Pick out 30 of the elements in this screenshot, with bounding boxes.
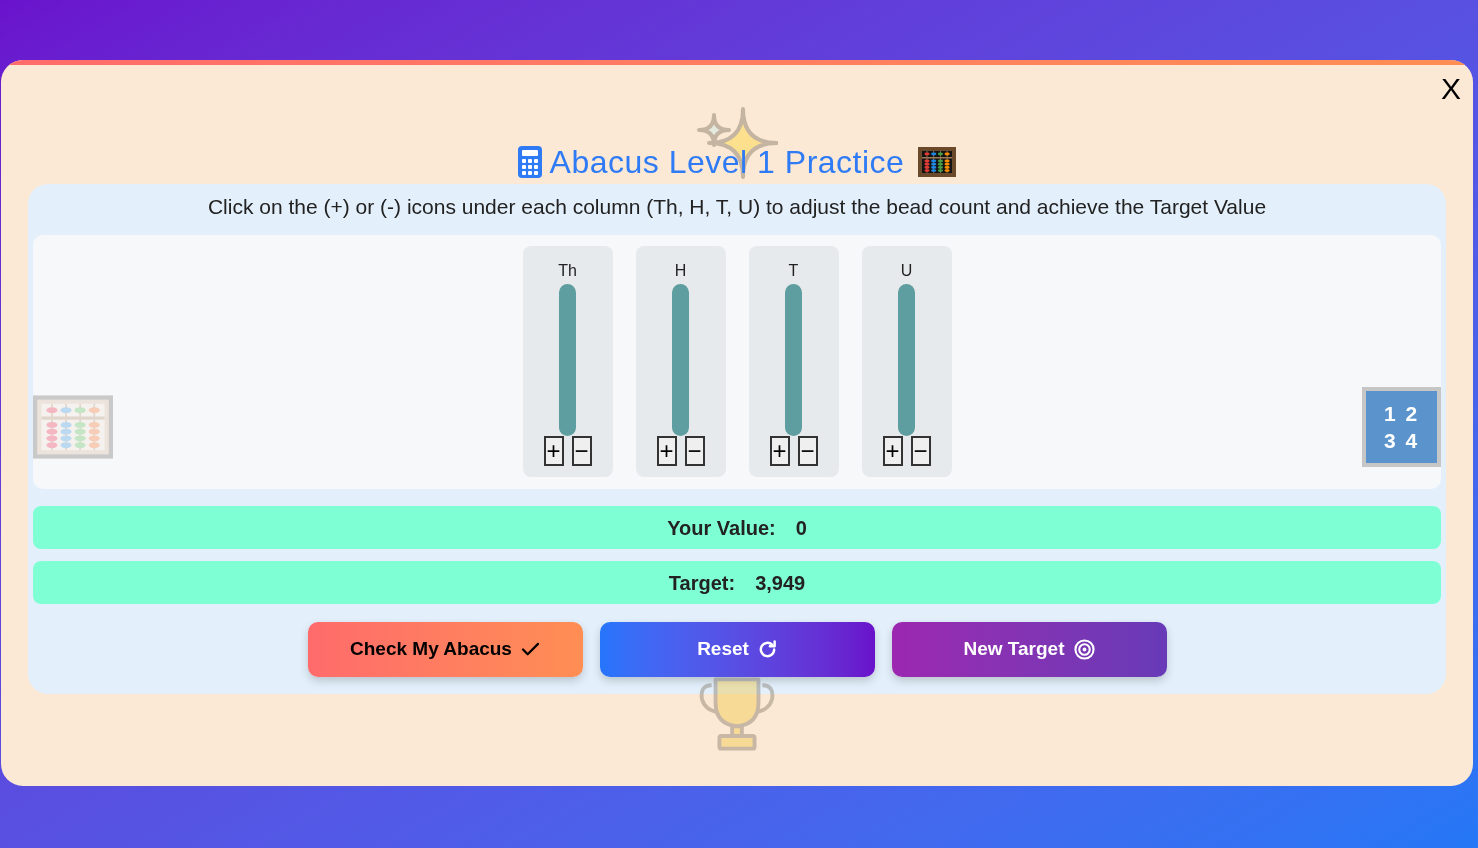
column-label: U xyxy=(900,261,913,281)
trophy-icon xyxy=(698,675,776,752)
column-label: Th xyxy=(558,261,577,281)
instructions-text: Click on the (+) or (-) icons under each column (Th, H, T, U) to adjust the bead count and achieve the Target Value xyxy=(206,194,1268,220)
readout-label: Target: xyxy=(668,570,736,596)
increment-button[interactable]: + xyxy=(656,436,677,466)
tile-digits: 1 2 xyxy=(1383,401,1420,427)
abacus-icon xyxy=(918,147,957,177)
calculator-icon xyxy=(517,146,542,178)
column-label: T xyxy=(788,261,799,281)
increment-button[interactable]: + xyxy=(882,436,903,466)
target-icon xyxy=(1073,639,1095,660)
check-button[interactable]: Check My Abacus xyxy=(307,622,583,677)
new-target-button[interactable]: New Target xyxy=(891,622,1167,677)
check-icon xyxy=(520,642,540,657)
readout-value: 3,949 xyxy=(755,570,806,596)
reset-button[interactable]: Reset xyxy=(599,622,875,677)
increment-button[interactable]: + xyxy=(543,436,564,466)
refresh-icon xyxy=(757,640,777,659)
decrement-button[interactable]: − xyxy=(797,436,818,466)
increment-button[interactable]: + xyxy=(769,436,790,466)
tile-digits: 3 4 xyxy=(1383,428,1420,454)
page-title: Abacus Level 1 Practice xyxy=(549,143,905,182)
decrement-button[interactable]: − xyxy=(684,436,705,466)
column-label: H xyxy=(674,261,687,281)
close-button[interactable]: X xyxy=(1439,74,1463,104)
decrement-button[interactable]: − xyxy=(571,436,592,466)
readout-value: 0 xyxy=(795,515,807,541)
decrement-button[interactable]: − xyxy=(910,436,931,466)
readout-label: Your Value: xyxy=(667,515,776,541)
